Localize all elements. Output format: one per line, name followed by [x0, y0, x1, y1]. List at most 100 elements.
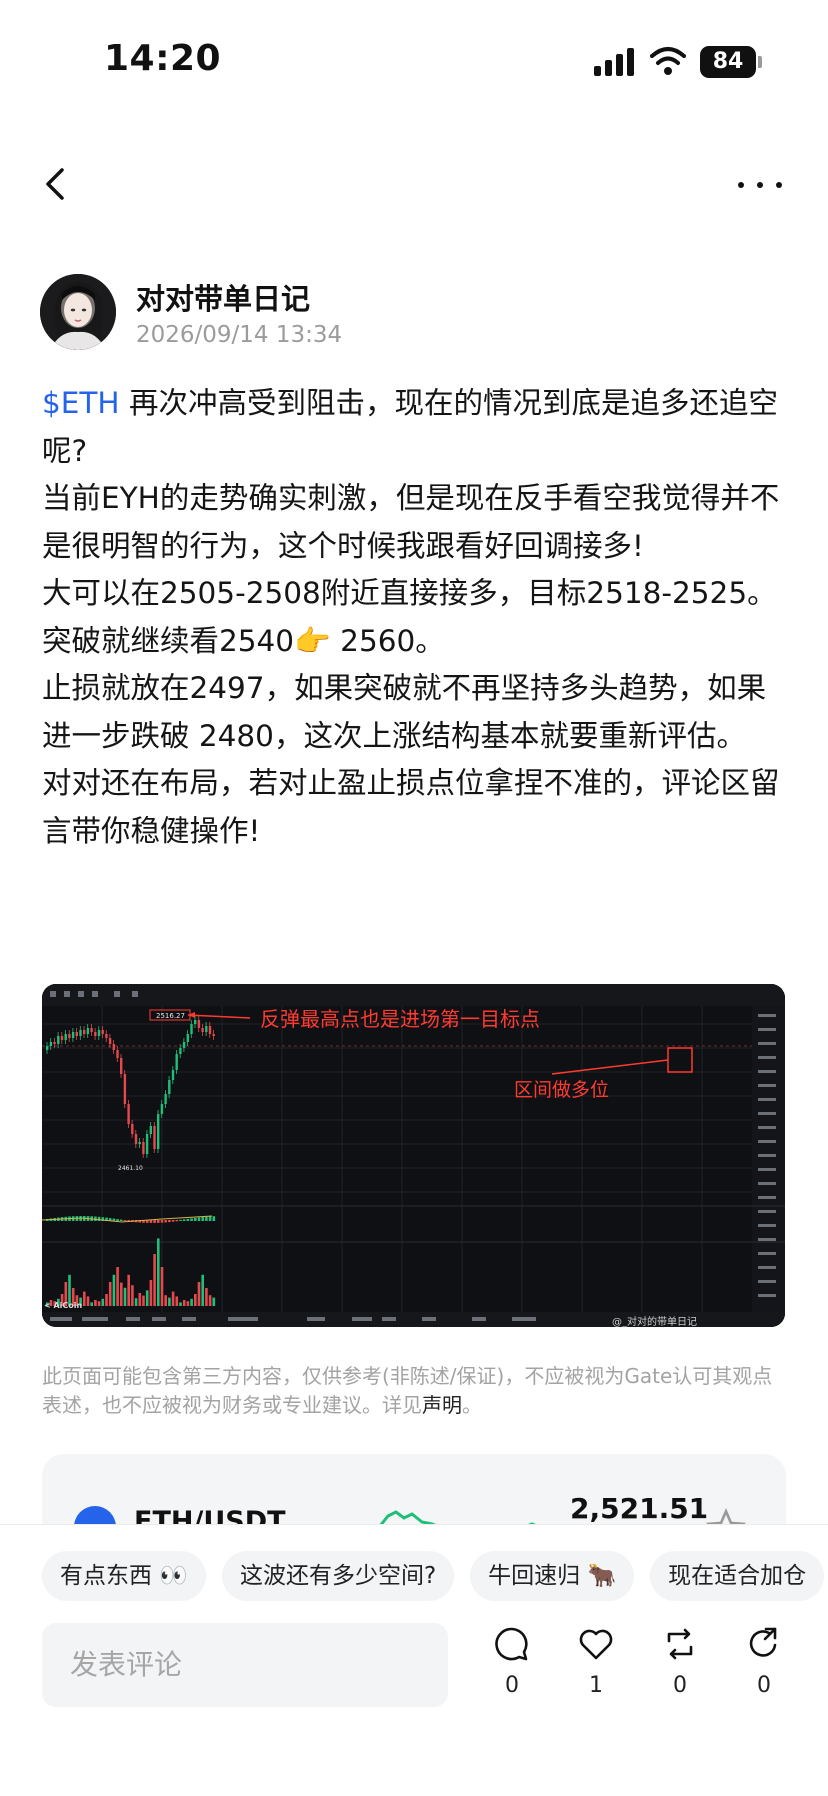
candle-body: [112, 1044, 115, 1050]
comment-button[interactable]: 0: [482, 1625, 542, 1715]
chart-high-label: 2516.27: [156, 1012, 185, 1020]
candle-body: [205, 1026, 208, 1032]
quick-reply-chip[interactable]: 有点东西 👀: [42, 1551, 206, 1601]
comment-count: 0: [505, 1673, 519, 1698]
share-count: 0: [757, 1673, 771, 1698]
disclaimer-text: 此页面可能包含第三方内容，仅供参考(非陈述/保证)，不应被视为Gate认可其观点…: [42, 1364, 773, 1417]
post-body: $ETH 再次冲高受到阻击，现在的情况到底是追多还追空呢? 当前EYH的走势确实…: [42, 380, 790, 855]
candle-body: [71, 1032, 75, 1038]
like-button[interactable]: 1: [566, 1625, 626, 1715]
status-bar: 14:20 84: [0, 0, 828, 120]
disclaimer-end: 。: [462, 1393, 482, 1417]
heart-icon: [579, 1629, 613, 1660]
post-timestamp: 2026/09/14 13:34: [136, 322, 343, 348]
candle-body: [79, 1030, 82, 1036]
candle-body: [212, 1034, 215, 1036]
comment-icon: [495, 1627, 528, 1661]
candle-body: [64, 1034, 67, 1040]
candle-body: [149, 1126, 152, 1134]
status-time: 14:20: [104, 38, 222, 79]
cellular-signal-icon: [594, 48, 636, 76]
candle-body: [134, 1134, 138, 1144]
share-button[interactable]: 0: [734, 1625, 794, 1715]
candle-body: [153, 1126, 156, 1149]
bottom-comment-panel: 有点东西 👀 这波还有多少空间? 牛回速归 🐂 现在适合加仓 发表评论 0 1 0 0: [0, 1524, 828, 1796]
candle-body: [60, 1036, 64, 1040]
author-header: 对对带单日记 2026/09/14 13:34: [40, 274, 800, 354]
candle-body: [142, 1142, 145, 1154]
back-arrow-icon[interactable]: [40, 164, 76, 204]
candle-body: [57, 1036, 60, 1044]
candle-body: [157, 1114, 160, 1149]
candle-body: [182, 1042, 186, 1048]
chart-watermark: @_对对的带单日记: [612, 1315, 697, 1327]
quick-reply-chip[interactable]: 牛回速归 🐂: [470, 1551, 635, 1601]
candle-body: [145, 1134, 149, 1154]
candle-body: [68, 1034, 71, 1038]
candle-body: [194, 1020, 197, 1024]
candle-body: [53, 1042, 56, 1044]
chart-low-label: 2461.10: [118, 1165, 143, 1172]
candle-body: [86, 1028, 90, 1034]
candle-body: [116, 1050, 119, 1058]
chart-annotation-top: 反弹最高点也是进场第一目标点: [260, 1007, 540, 1031]
aicoin-logo: < AiCoin: [44, 1301, 83, 1310]
post-line-1: 再次冲高受到阻击，现在的情况到底是追多还追空呢?: [42, 386, 779, 468]
quick-reply-chip[interactable]: 现在适合加仓: [650, 1551, 825, 1601]
candle-body: [108, 1038, 112, 1044]
candle-body: [190, 1024, 193, 1034]
like-count: 1: [589, 1673, 603, 1698]
post-line-2: 当前EYH的走势确实刺激，但是现在反手看空我觉得并不是很明智的行为，这个时候我跟…: [42, 481, 780, 563]
candle-body: [94, 1032, 97, 1036]
top-navigation: [0, 150, 828, 220]
candle-body: [179, 1048, 182, 1054]
candle-body: [75, 1032, 78, 1036]
post-line-3: 大可以在2505-2508附近直接接多，目标2518-2525。: [42, 576, 777, 610]
repost-button[interactable]: 0: [650, 1625, 710, 1715]
candle-body: [120, 1058, 123, 1074]
wifi-icon: [650, 47, 686, 75]
repost-icon: [667, 1628, 693, 1660]
candle-body: [101, 1030, 104, 1034]
third-party-disclaimer: 此页面可能包含第三方内容，仅供参考(非陈述/保证)，不应被视为Gate认可其观点…: [42, 1362, 792, 1420]
candle-body: [131, 1124, 134, 1134]
token-price: 2,521.51: [570, 1492, 709, 1525]
candle-body: [123, 1074, 127, 1104]
author-name[interactable]: 对对带单日记: [136, 276, 310, 318]
more-options-icon[interactable]: [738, 170, 782, 200]
post-paragraph: $ETH 再次冲高受到阻击，现在的情况到底是追多还追空呢?: [42, 380, 790, 475]
candle-body: [201, 1028, 204, 1032]
author-avatar[interactable]: [40, 274, 116, 350]
share-icon: [749, 1627, 777, 1657]
chart-screenshot[interactable]: 2516.27 反弹最高点也是进场第一目标点 区间做多位 2461.10 < A…: [42, 984, 785, 1327]
candle-body: [127, 1104, 130, 1124]
candle-body: [138, 1142, 141, 1144]
battery-cap: [758, 56, 762, 68]
battery-indicator: 84: [700, 46, 756, 78]
candle-body: [164, 1094, 167, 1104]
candle-body: [168, 1080, 171, 1094]
candlestick-chart-image: 2516.27 反弹最高点也是进场第一目标点 区间做多位 2461.10 < A…: [42, 984, 785, 1327]
comment-input[interactable]: 发表评论: [42, 1623, 448, 1707]
candle-body: [105, 1034, 108, 1038]
post-line-5: 止损就放在2497，如果突破就不再坚持多头趋势，如果进一步跌破 2480，这次上…: [42, 671, 767, 753]
candle-body: [171, 1070, 175, 1080]
chart-annotation-right: 区间做多位: [514, 1079, 609, 1101]
candle-body: [175, 1054, 178, 1070]
candle-body: [186, 1034, 189, 1042]
candle-body: [197, 1020, 201, 1028]
candle-body: [83, 1030, 86, 1034]
quick-reply-chips: 有点东西 👀 这波还有多少空间? 牛回速归 🐂 现在适合加仓: [42, 1551, 828, 1603]
quick-reply-chip[interactable]: 这波还有多少空间?: [221, 1551, 455, 1601]
eth-ticker-link[interactable]: $ETH: [42, 386, 120, 420]
candle-body: [46, 1046, 49, 1050]
post-line-4: 突破就继续看2540👉 2560。: [42, 623, 445, 658]
candle-body: [49, 1042, 53, 1046]
candle-body: [90, 1028, 93, 1032]
candle-body: [160, 1104, 164, 1114]
disclaimer-statement-link[interactable]: 声明: [422, 1393, 462, 1417]
repost-count: 0: [673, 1673, 687, 1698]
candle-body: [97, 1030, 101, 1036]
post-line-6: 对对还在布局，若对止盈止损点位拿捏不准的，评论区留言带你稳健操作!: [42, 766, 780, 848]
candle-body: [208, 1026, 212, 1034]
